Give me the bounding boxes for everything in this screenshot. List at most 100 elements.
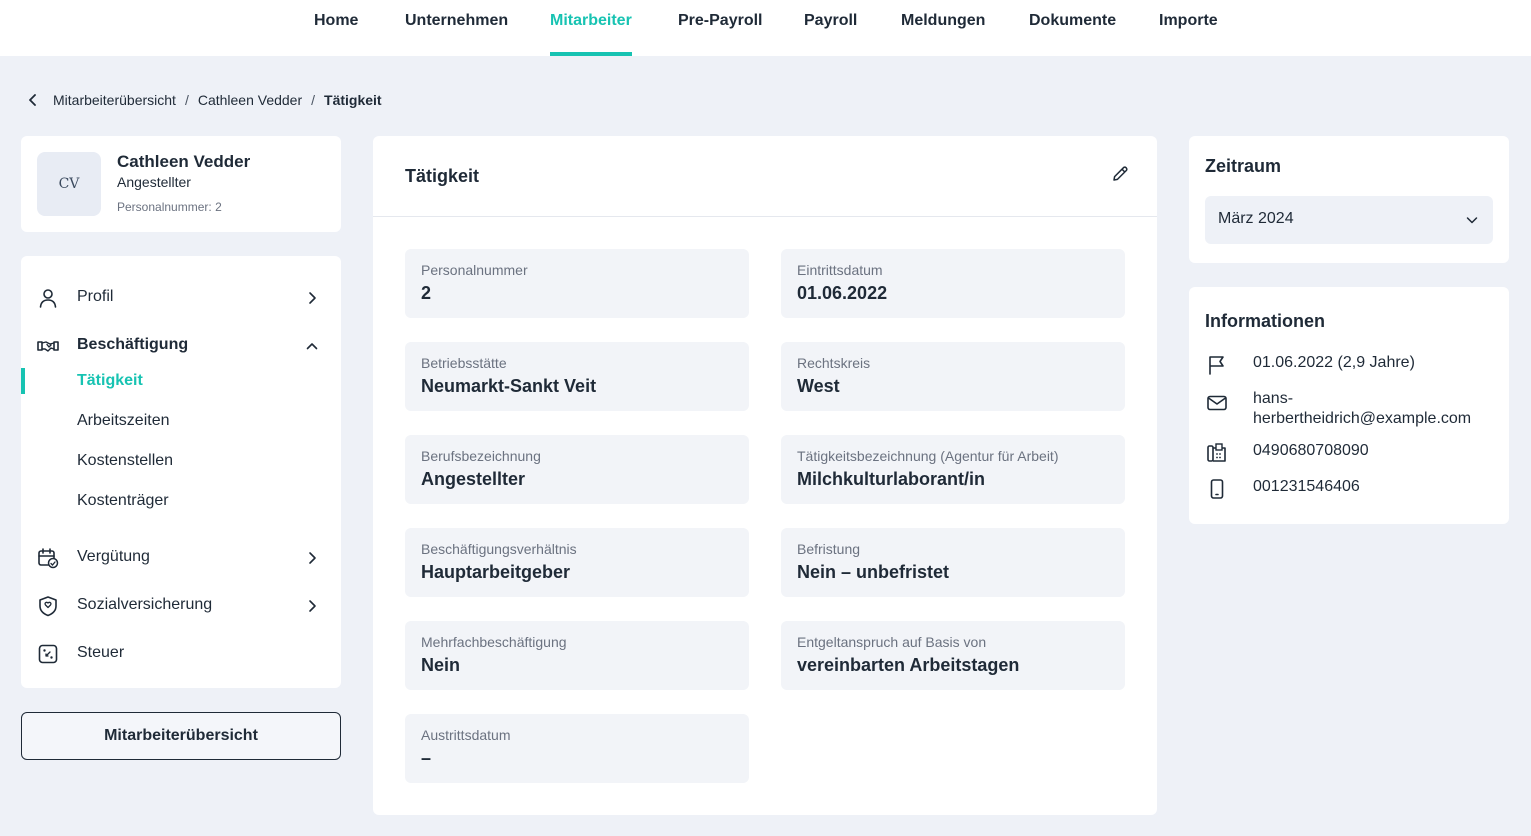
employee-personnel-number: Personalnummer: 2 xyxy=(117,200,222,214)
nav-mitarbeiter[interactable]: Mitarbeiter xyxy=(550,0,632,56)
info-entry-text: 01.06.2022 (2,9 Jahre) xyxy=(1253,354,1415,371)
field-value: – xyxy=(421,748,432,768)
field-value: Nein – unbefristet xyxy=(797,562,950,582)
mobile-phone-icon xyxy=(1205,477,1229,501)
user-icon xyxy=(37,287,59,309)
page-title: Tätigkeit xyxy=(405,166,480,186)
menu-item-verguetung[interactable]: Vergütung xyxy=(21,542,341,574)
field-value: Nein xyxy=(421,655,461,675)
nav-home[interactable]: Home xyxy=(314,0,358,56)
phone-fax-icon xyxy=(1205,441,1229,465)
header-divider xyxy=(373,216,1157,217)
zeitraum-title: Zeitraum xyxy=(1205,156,1282,176)
nav-payroll[interactable]: Payroll xyxy=(804,0,857,56)
chevron-right-icon xyxy=(305,291,319,305)
nav-meldungen[interactable]: Meldungen xyxy=(901,0,985,56)
period-select-value: März 2024 xyxy=(1218,210,1294,227)
employee-card: CV Cathleen Vedder Angestellter Personal… xyxy=(21,136,341,232)
submenu-item-kostentraeger[interactable]: Kostenträger xyxy=(21,488,341,516)
calendar-money-icon xyxy=(37,547,59,569)
taetigkeit-card: Tätigkeit Personalnummer 2 Eintrittsdatu… xyxy=(373,136,1157,815)
employee-overview-button[interactable]: Mitarbeiterübersicht xyxy=(21,712,341,760)
flag-icon xyxy=(1205,353,1229,377)
period-select[interactable]: März 2024 xyxy=(1205,196,1493,244)
field-beschaeftigungsverhaeltnis: Beschäftigungsverhältnis Hauptarbeitgebe… xyxy=(405,528,749,597)
submenu-item-taetigkeit[interactable]: Tätigkeit xyxy=(21,368,341,396)
personnel-number-value: 2 xyxy=(215,200,222,214)
field-value: West xyxy=(797,376,840,396)
field-label: Beschäftigungsverhältnis xyxy=(421,541,577,557)
side-menu: Profil Beschäftigung Tätigkeit Arbeitsze… xyxy=(21,256,341,688)
field-label: Mehrfachbeschäftigung xyxy=(421,634,567,650)
submenu-label-arbeitszeiten: Arbeitszeiten xyxy=(77,412,170,429)
chevron-right-icon xyxy=(305,599,319,613)
info-email-line1: hans- xyxy=(1253,390,1294,407)
menu-item-beschaeftigung[interactable]: Beschäftigung xyxy=(21,330,341,362)
submenu-label-taetigkeit: Tätigkeit xyxy=(77,372,143,389)
nav-unternehmen[interactable]: Unternehmen xyxy=(405,0,508,56)
employee-role: Angestellter xyxy=(117,174,191,190)
nav-dokumente[interactable]: Dokumente xyxy=(1029,0,1116,56)
menu-item-steuer[interactable]: Steuer xyxy=(21,638,341,670)
breadcrumb-current: Tätigkeit xyxy=(324,92,382,108)
field-personalnummer: Personalnummer 2 xyxy=(405,249,749,318)
field-value: Milchkulturlaborant/in xyxy=(797,469,986,489)
employee-name: Cathleen Vedder xyxy=(117,152,251,171)
field-label: Rechtskreis xyxy=(797,355,871,371)
field-rechtskreis: Rechtskreis West xyxy=(781,342,1125,411)
info-email-line2[interactable]: herbertheidrich@example.com xyxy=(1253,409,1471,429)
field-label: Personalnummer xyxy=(421,262,528,278)
info-entry-date: 01.06.2022 (2,9 Jahre) xyxy=(1205,353,1495,377)
field-label: Befristung xyxy=(797,541,861,557)
submenu-label-kostentraeger: Kostenträger xyxy=(77,492,169,509)
chevron-down-icon xyxy=(1465,213,1479,227)
menu-label-sozialversicherung: Sozialversicherung xyxy=(77,596,213,613)
info-phone: 0490680708090 xyxy=(1205,441,1495,465)
chevron-right-icon xyxy=(305,551,319,565)
menu-label-verguetung: Vergütung xyxy=(77,548,150,565)
submenu-label-kostenstellen: Kostenstellen xyxy=(77,452,174,469)
submenu-item-kostenstellen[interactable]: Kostenstellen xyxy=(21,448,341,476)
submenu-item-arbeitszeiten[interactable]: Arbeitszeiten xyxy=(21,408,341,436)
pencil-icon xyxy=(1111,165,1129,188)
top-navigation: Home Unternehmen Mitarbeiter Pre-Payroll… xyxy=(0,0,1531,56)
breadcrumb: Mitarbeiterübersicht / Cathleen Vedder /… xyxy=(26,88,382,112)
field-berufsbezeichnung: Berufsbezeichnung Angestellter xyxy=(405,435,749,504)
mail-icon xyxy=(1205,391,1229,415)
chevron-left-icon[interactable] xyxy=(26,93,40,107)
avatar: CV xyxy=(37,152,101,216)
field-value: 2 xyxy=(421,283,432,303)
field-value: vereinbarten Arbeitstagen xyxy=(797,655,1020,675)
breadcrumb-separator: / xyxy=(311,92,316,108)
breadcrumb-mitarbeiteruebersicht[interactable]: Mitarbeiterübersicht xyxy=(53,92,176,108)
field-label: Tätigkeitsbezeichnung (Agentur für Arbei… xyxy=(797,448,1059,464)
field-austrittsdatum: Austrittsdatum – xyxy=(405,714,749,783)
tax-percent-icon xyxy=(37,643,59,665)
field-value: Angestellter xyxy=(421,469,526,489)
menu-label-steuer: Steuer xyxy=(77,644,125,661)
menu-label-beschaeftigung: Beschäftigung xyxy=(77,336,189,353)
field-entgeltanspruch: Entgeltanspruch auf Basis von vereinbart… xyxy=(781,621,1125,690)
field-label: Austrittsdatum xyxy=(421,727,511,743)
informationen-title: Informationen xyxy=(1205,311,1325,331)
info-phone-text: 0490680708090 xyxy=(1253,442,1369,459)
edit-button[interactable] xyxy=(1110,165,1130,188)
field-befristung: Befristung Nein – unbefristet xyxy=(781,528,1125,597)
nav-importe[interactable]: Importe xyxy=(1159,0,1218,56)
nav-pre-payroll[interactable]: Pre-Payroll xyxy=(678,0,762,56)
field-value: 01.06.2022 xyxy=(797,283,888,303)
field-value: Neumarkt-Sankt Veit xyxy=(421,376,597,396)
menu-item-profil[interactable]: Profil xyxy=(21,282,341,314)
personnel-number-label: Personalnummer: xyxy=(117,200,212,214)
field-eintrittsdatum: Eintrittsdatum 01.06.2022 xyxy=(781,249,1125,318)
info-email-text: hans- herbertheidrich@example.com xyxy=(1253,389,1471,429)
menu-label-profil: Profil xyxy=(77,288,114,305)
info-email: hans- herbertheidrich@example.com xyxy=(1205,389,1495,431)
menu-item-sozialversicherung[interactable]: Sozialversicherung xyxy=(21,590,341,622)
shield-icon xyxy=(37,595,59,617)
breadcrumb-employee[interactable]: Cathleen Vedder xyxy=(198,92,302,108)
field-value: Hauptarbeitgeber xyxy=(421,562,571,582)
field-betriebsstaette: Betriebsstätte Neumarkt-Sankt Veit xyxy=(405,342,749,411)
field-label: Betriebsstätte xyxy=(421,355,507,371)
field-label: Berufsbezeichnung xyxy=(421,448,541,464)
